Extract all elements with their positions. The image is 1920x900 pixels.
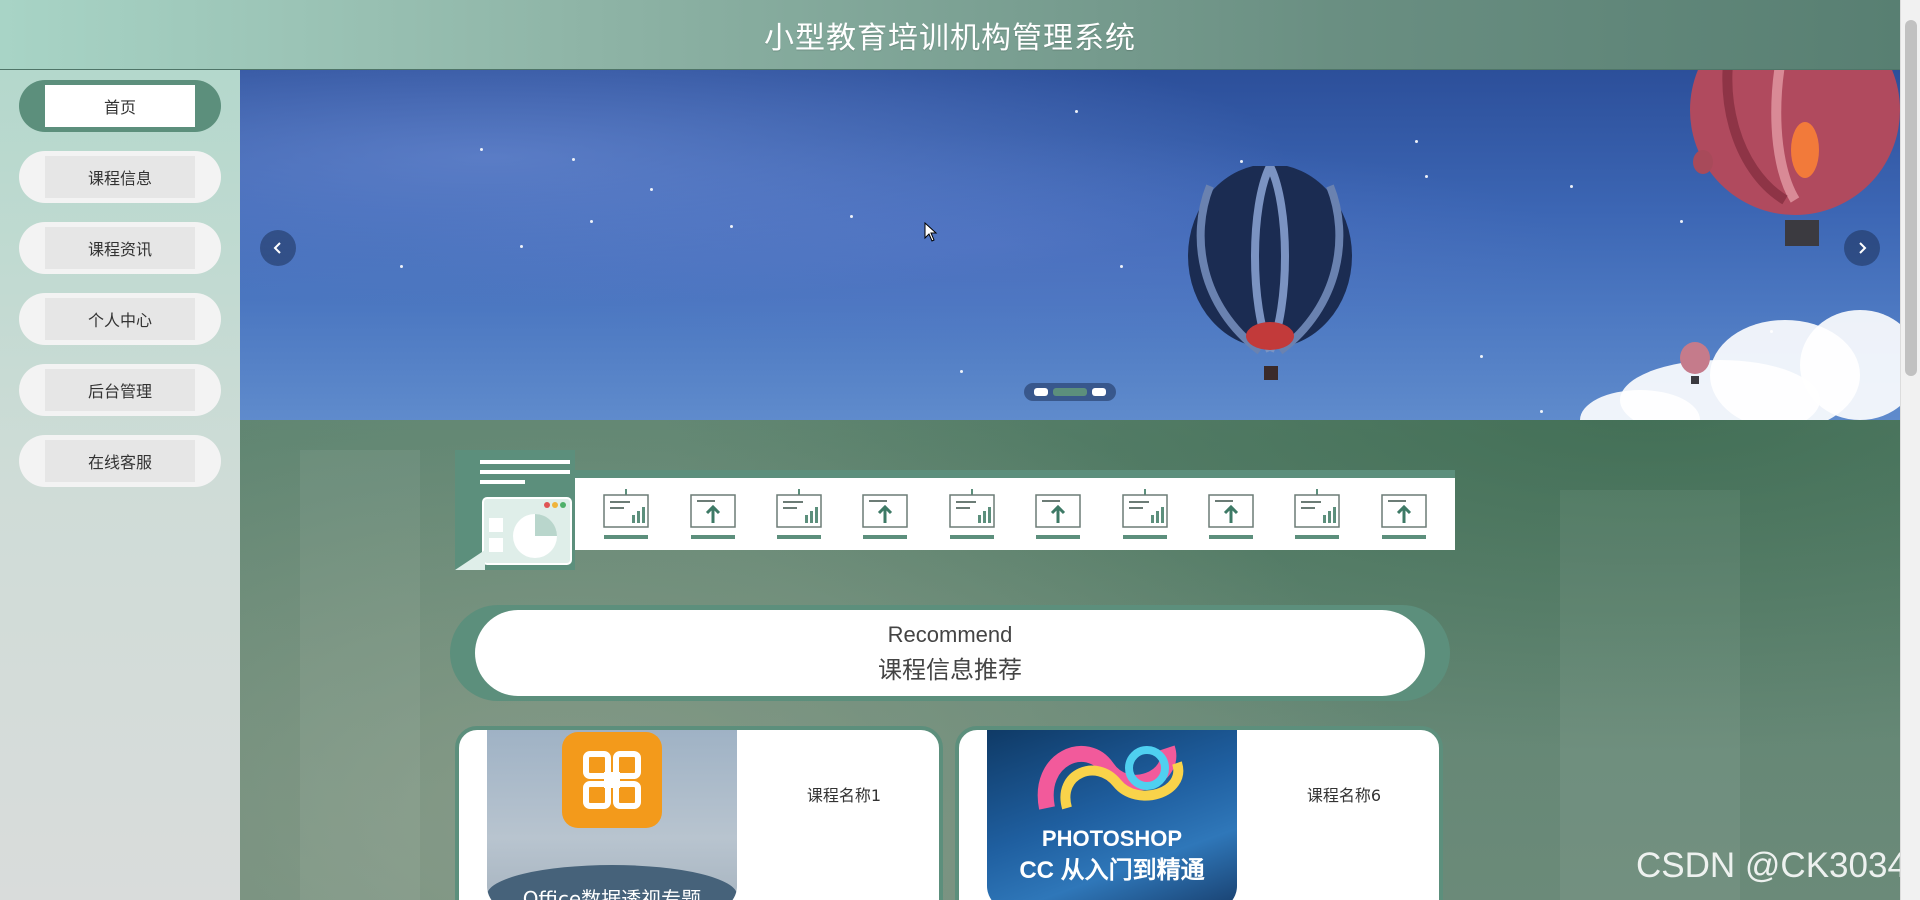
sidebar-item-personal-center[interactable]: 个人中心	[19, 293, 221, 345]
app-title: 小型教育培训机构管理系统	[764, 20, 1136, 56]
sidebar-item-admin[interactable]: 后台管理	[19, 364, 221, 416]
presentation-logo-icon	[455, 450, 575, 570]
upload-board-icon	[1035, 494, 1081, 539]
sidebar-item-label: 后台管理	[45, 369, 195, 411]
chevron-left-icon	[273, 242, 281, 254]
feature-icon-strip	[575, 470, 1455, 550]
watermark-text: CSDN @CK3034	[1636, 846, 1907, 885]
scrollbar-thumb[interactable]	[1905, 20, 1917, 376]
carousel-next-button[interactable]	[1844, 230, 1880, 266]
course-cover-subtitle: CC 从入门到精通	[1019, 857, 1205, 884]
course-cover-image: Office数据透视专题	[487, 730, 737, 900]
upload-board-icon	[1208, 494, 1254, 539]
carousel-dot[interactable]	[1034, 388, 1048, 396]
chart-board-icon	[949, 489, 995, 539]
course-name[interactable]: 课程名称6	[1259, 782, 1429, 806]
sidebar-item-course-info[interactable]: 课程信息	[19, 151, 221, 203]
sidebar-item-label: 个人中心	[45, 298, 195, 340]
cover-art-icon	[1037, 745, 1184, 810]
sidebar-item-label: 课程信息	[45, 156, 195, 198]
recommend-header-inner: Recommend 课程信息推荐	[475, 610, 1425, 696]
sidebar-item-course-news[interactable]: 课程资讯	[19, 222, 221, 274]
upload-board-icon	[689, 494, 736, 539]
banner-carousel	[240, 70, 1900, 420]
recommend-header: Recommend 课程信息推荐	[450, 605, 1450, 701]
carousel-prev-button[interactable]	[260, 230, 296, 266]
balloon-icon	[1693, 150, 1713, 174]
chevron-right-icon	[1859, 242, 1867, 254]
sidebar-item-online-service[interactable]: 在线客服	[19, 435, 221, 487]
sidebar-item-home[interactable]: 首页	[19, 80, 221, 132]
background-building	[300, 450, 420, 900]
upload-board-icon	[1380, 494, 1427, 539]
course-cover-image: PHOTOSHOP CC 从入门到精通	[987, 730, 1237, 900]
chart-board-icon	[1121, 489, 1168, 539]
sidebar-item-label: 首页	[45, 85, 195, 127]
chart-board-icon	[603, 489, 649, 539]
vertical-scrollbar[interactable]	[1900, 0, 1920, 900]
main-content: Recommend 课程信息推荐 Office数据透视专题 课程名称1 PHOT…	[240, 70, 1900, 900]
course-card[interactable]: PHOTOSHOP CC 从入门到精通 课程名称6	[955, 726, 1443, 900]
carousel-indicators	[1024, 383, 1116, 401]
course-cover-title: PHOTOSHOP	[1041, 826, 1183, 851]
chart-board-icon	[776, 489, 822, 539]
course-cover-text: Office数据透视专题	[487, 865, 737, 900]
recommend-title-cn: 课程信息推荐	[878, 655, 1022, 684]
carousel-dot-active[interactable]	[1053, 388, 1087, 396]
course-name[interactable]: 课程名称1	[759, 782, 929, 806]
sidebar: 首页 课程信息 课程资讯 个人中心 后台管理 在线客服	[0, 70, 240, 900]
background-building	[1560, 490, 1740, 900]
sidebar-item-label: 课程资讯	[45, 227, 195, 269]
app-header: 小型教育培训机构管理系统	[0, 0, 1900, 70]
mouse-cursor-icon	[924, 222, 938, 242]
upload-board-icon	[862, 494, 909, 539]
recommend-title-en: Recommend	[887, 621, 1013, 647]
sidebar-item-label: 在线客服	[45, 440, 195, 482]
chart-board-icon	[1294, 489, 1341, 539]
office-logo-icon	[562, 732, 662, 828]
carousel-dot[interactable]	[1092, 388, 1106, 396]
balloon-icon	[1188, 166, 1352, 380]
course-card[interactable]: Office数据透视专题 课程名称1	[455, 726, 943, 900]
balloon-icon	[1680, 342, 1710, 384]
